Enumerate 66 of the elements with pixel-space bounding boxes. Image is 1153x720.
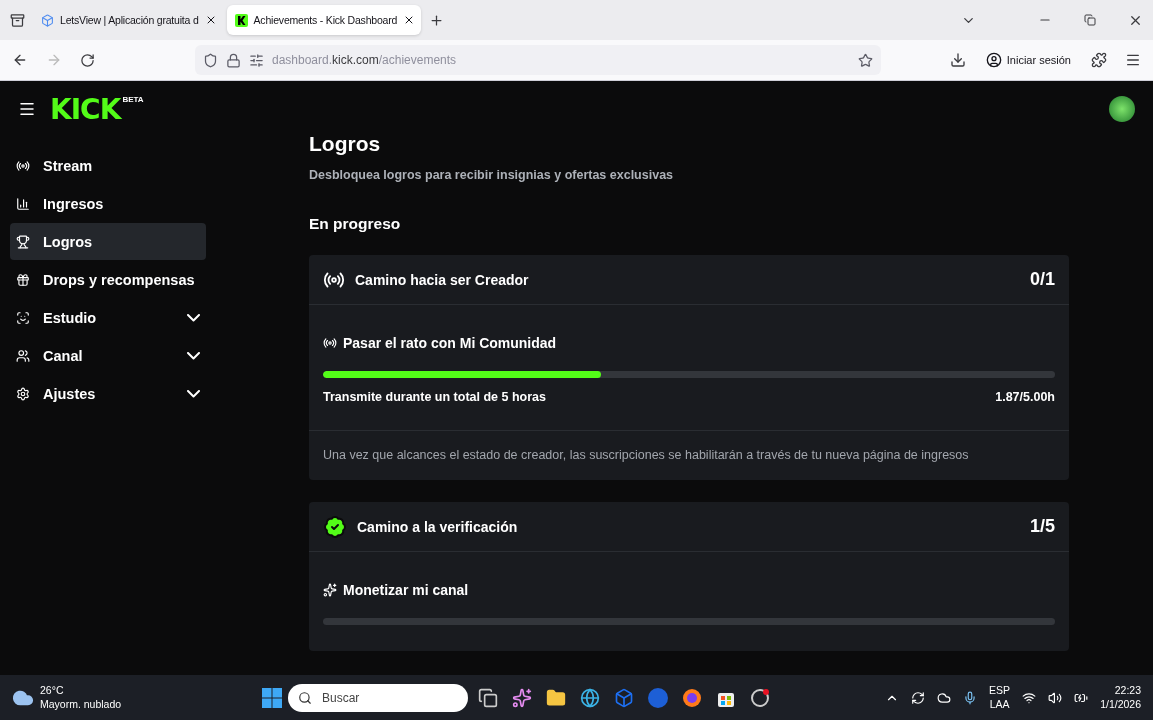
page-title: Logros <box>309 137 382 156</box>
tab-title: LetsView | Aplicación gratuita d <box>60 14 199 26</box>
clock-date[interactable]: 1/1/2026 <box>1100 697 1141 712</box>
windows-start-icon[interactable] <box>262 687 282 708</box>
browser-icon[interactable] <box>580 687 600 708</box>
sidebar-item[interactable]: Ingresos <box>10 185 206 222</box>
sidebar-item[interactable]: Stream <box>10 147 206 184</box>
address-bar[interactable]: dashboard.kick.com/achievements <box>195 45 881 75</box>
cloud-icon[interactable] <box>937 690 952 705</box>
search-field[interactable]: Buscar <box>288 683 468 712</box>
sidebar-item[interactable]: Estudio <box>10 299 206 336</box>
sidebar-item[interactable]: Logros <box>10 223 206 260</box>
page-subtitle: Desbloquea logros para recibir insignias y ofertas exclusivas <box>309 168 675 182</box>
circle-logo-icon[interactable] <box>648 687 668 708</box>
browser-tab[interactable]: Achievements - Kick Dashboard <box>226 5 422 35</box>
search-input[interactable]: Buscar <box>320 689 434 706</box>
bar-chart-icon <box>16 196 30 211</box>
scan-icon <box>16 310 30 325</box>
sparkle-icon <box>323 583 337 597</box>
k-logo-icon <box>234 13 248 27</box>
beta-label: BETA <box>122 95 144 104</box>
completed-count: 0/1 <box>1029 269 1055 290</box>
broadcast-icon <box>323 336 337 350</box>
sliders-icon <box>249 52 264 68</box>
keyboard-layout[interactable]: LAA <box>989 697 1010 712</box>
task-description: Transmite durante un total de 5 horas <box>323 390 546 404</box>
sidebar-item[interactable]: Canal <box>10 337 206 374</box>
search-icon <box>298 690 312 705</box>
wifi-icon[interactable] <box>1022 690 1037 705</box>
user-icon <box>985 52 1002 68</box>
microphone-icon[interactable] <box>963 690 978 705</box>
url-text: dashboard.kick.com/achievements <box>272 53 458 67</box>
task-reading: 1.87/5.00h <box>995 390 1055 404</box>
gift-icon <box>16 272 30 287</box>
completed-count: 1/5 <box>1029 516 1055 537</box>
folder-icon[interactable] <box>546 687 566 708</box>
trophy-icon <box>16 234 30 249</box>
tab-title: Achievements - Kick Dashboard <box>253 14 398 26</box>
box-icon[interactable] <box>614 687 634 708</box>
logo[interactable]: KICK <box>50 92 121 126</box>
sidebar-item[interactable]: Ajustes <box>10 375 206 412</box>
achievement-note: Una vez que alcances el estado de creador, las suscripciones se habilitarán a través de tu nueva página de ingresos <box>309 430 1069 480</box>
temperature: 26°C <box>40 683 64 698</box>
verified-badge-icon <box>323 514 347 539</box>
lock-icon <box>226 52 241 68</box>
avatar[interactable] <box>1109 96 1135 122</box>
browser-tab[interactable]: LetsView | Aplicación gratuita d <box>33 5 223 35</box>
task-title: Pasar el rato con Mi Comunidad <box>343 335 557 351</box>
weather-text: Mayorm. nublado <box>40 697 122 712</box>
star-icon[interactable] <box>858 52 873 68</box>
section-title: En progreso <box>309 215 402 233</box>
broadcast-icon <box>16 158 30 173</box>
users-icon <box>16 348 30 363</box>
shield-icon <box>203 52 218 68</box>
menu-icon[interactable] <box>18 100 36 118</box>
sync-icon[interactable] <box>911 690 926 705</box>
settings-icon <box>16 386 30 401</box>
task-title: Monetizar mi canal <box>343 582 469 598</box>
task-view-icon[interactable] <box>478 687 498 708</box>
language-code[interactable]: ESP <box>989 683 1011 698</box>
sidebar-item[interactable]: Drops y recompensas <box>10 261 206 298</box>
volume-icon[interactable] <box>1048 690 1063 705</box>
achievement-title: Camino hacia ser Creador <box>355 271 530 288</box>
achievement-title: Camino a la verificación <box>357 518 519 535</box>
clock-time[interactable]: 22:23 <box>1114 683 1141 698</box>
sign-in-button[interactable]: Iniciar sesión <box>979 48 1077 72</box>
